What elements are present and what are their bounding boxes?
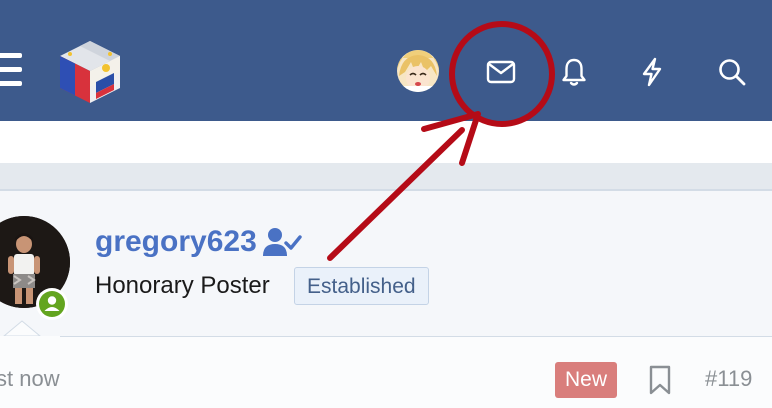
account-avatar[interactable] <box>397 50 439 92</box>
bookmark-icon[interactable] <box>647 365 673 395</box>
envelope-icon[interactable] <box>485 56 517 88</box>
bell-icon[interactable] <box>558 56 590 88</box>
user-banner: Established <box>294 267 429 305</box>
post-timestamp[interactable]: st now <box>0 366 60 392</box>
user-title: Honorary Poster <box>95 272 270 299</box>
search-icon[interactable] <box>716 56 748 88</box>
page-gap <box>0 163 772 189</box>
menu-icon[interactable] <box>0 53 24 91</box>
online-status-badge <box>36 288 68 320</box>
online-user-icon <box>39 291 65 317</box>
author-username[interactable]: gregory623 <box>95 225 257 259</box>
anime-avatar-icon <box>397 50 439 92</box>
lightning-icon[interactable] <box>636 56 668 88</box>
sub-navigation-strip <box>0 121 772 163</box>
post-user-bar <box>0 191 772 337</box>
site-logo[interactable] <box>56 38 124 106</box>
user-check-icon <box>263 228 302 256</box>
new-badge: New <box>555 362 617 398</box>
post-number[interactable]: #119 <box>705 366 752 392</box>
user-bar-pointer <box>0 320 60 340</box>
